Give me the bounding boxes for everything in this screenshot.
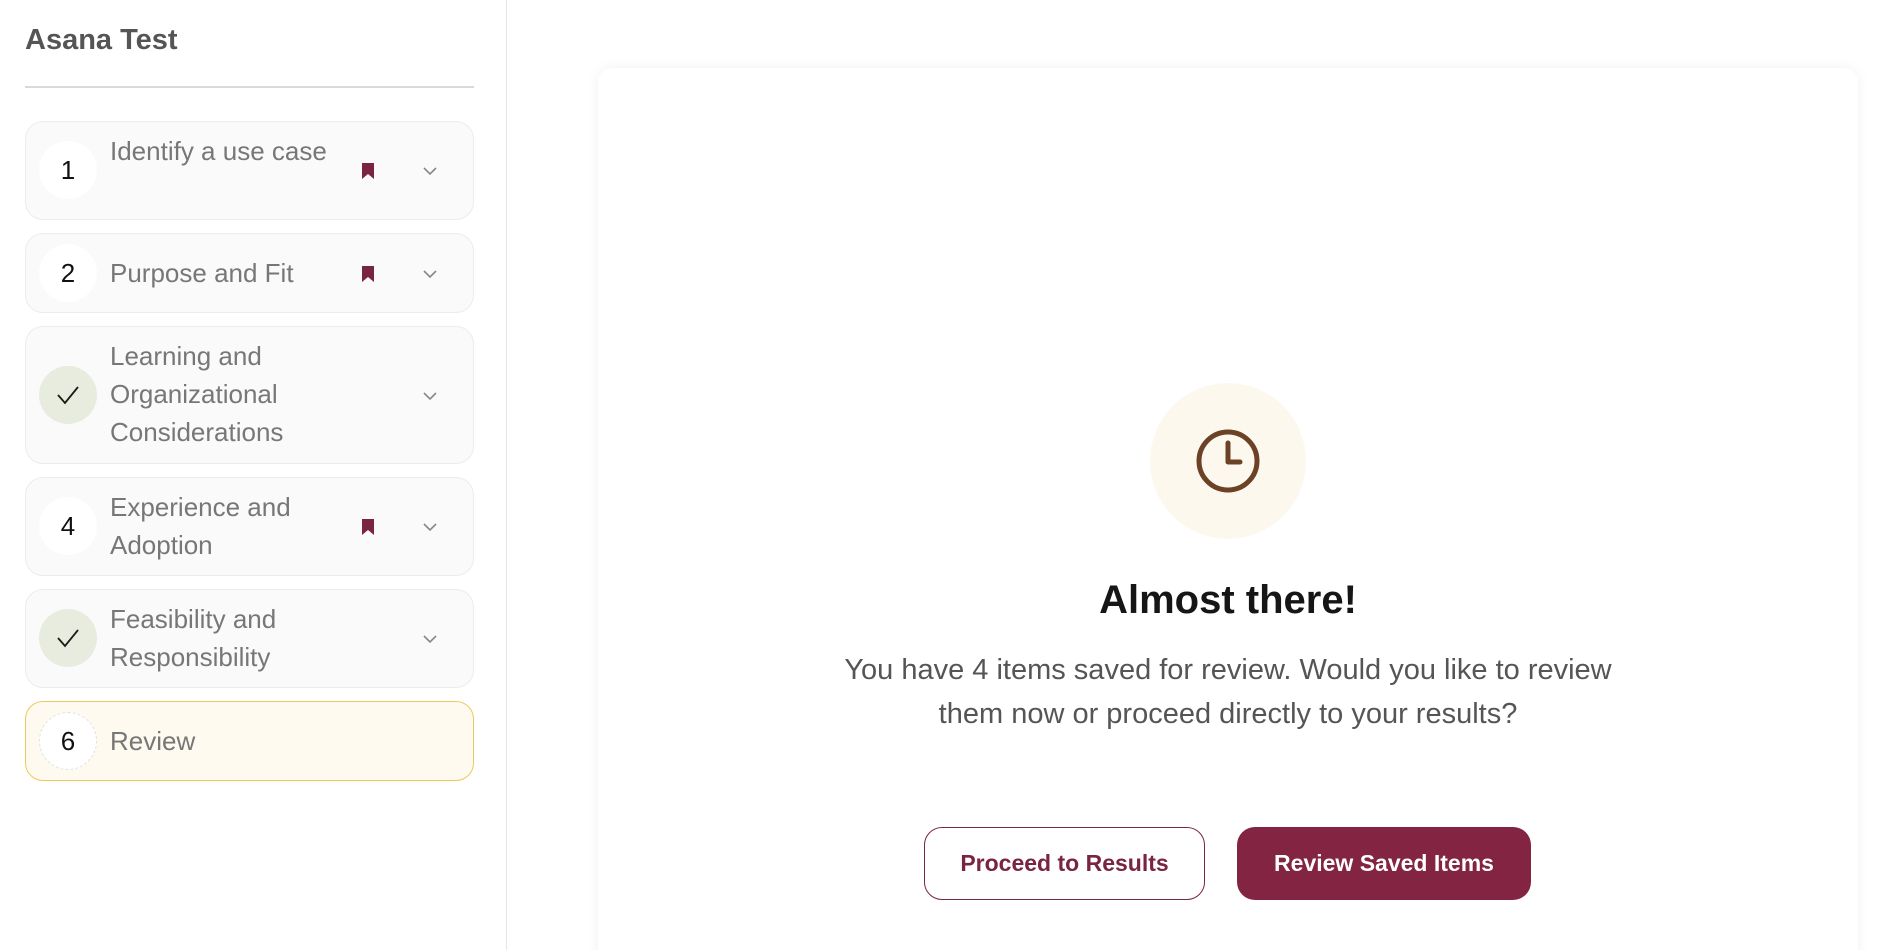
step-number: 6 (39, 712, 97, 770)
checkmark-icon (57, 629, 79, 648)
step-label: Learning and Organizational Consideratio… (110, 341, 284, 447)
sidebar: Asana Test 1 Identify a use case 2 Purpo… (0, 0, 507, 950)
bookmark-icon[interactable] (361, 162, 375, 180)
chevron-down-icon[interactable] (422, 522, 438, 532)
checkmark-icon (57, 386, 79, 405)
step-label: Feasibility and Responsibility (110, 604, 277, 672)
step-label: Purpose and Fit (110, 258, 294, 288)
chevron-down-icon[interactable] (422, 269, 438, 279)
clock-icon (1196, 429, 1260, 493)
step-feasibility-responsibility[interactable]: Feasibility and Responsibility (25, 589, 474, 688)
chevron-down-icon[interactable] (422, 166, 438, 176)
step-experience-adoption[interactable]: 4 Experience and Adoption (25, 477, 474, 576)
review-message: You have 4 items saved for review. Would… (844, 654, 1612, 730)
app: Asana Test 1 Identify a use case 2 Purpo… (0, 0, 1902, 950)
proceed-to-results-button[interactable]: Proceed to Results (924, 827, 1205, 900)
step-check (39, 366, 97, 424)
step-number: 4 (39, 497, 97, 555)
step-check (39, 609, 97, 667)
bookmark-icon[interactable] (361, 518, 375, 536)
sidebar-divider (25, 86, 474, 88)
step-number: 2 (39, 244, 97, 302)
sidebar-title: Asana Test (25, 24, 178, 56)
step-review[interactable]: 6 Review (25, 701, 474, 781)
step-number: 1 (39, 141, 97, 199)
step-purpose-and-fit[interactable]: 2 Purpose and Fit (25, 233, 474, 313)
chevron-down-icon[interactable] (422, 634, 438, 644)
chevron-down-icon[interactable] (422, 391, 438, 401)
review-saved-items-button[interactable]: Review Saved Items (1237, 827, 1531, 900)
clock-badge (1150, 383, 1306, 539)
bookmark-icon[interactable] (361, 265, 375, 283)
step-label: Review (110, 726, 196, 756)
step-identify-use-case[interactable]: 1 Identify a use case (25, 121, 474, 220)
step-label: Experience and Adoption (110, 492, 291, 560)
headline: Almost there! (1099, 578, 1357, 622)
step-label: Identify a use case (110, 136, 327, 166)
step-learning-organizational[interactable]: Learning and Organizational Consideratio… (25, 326, 474, 464)
